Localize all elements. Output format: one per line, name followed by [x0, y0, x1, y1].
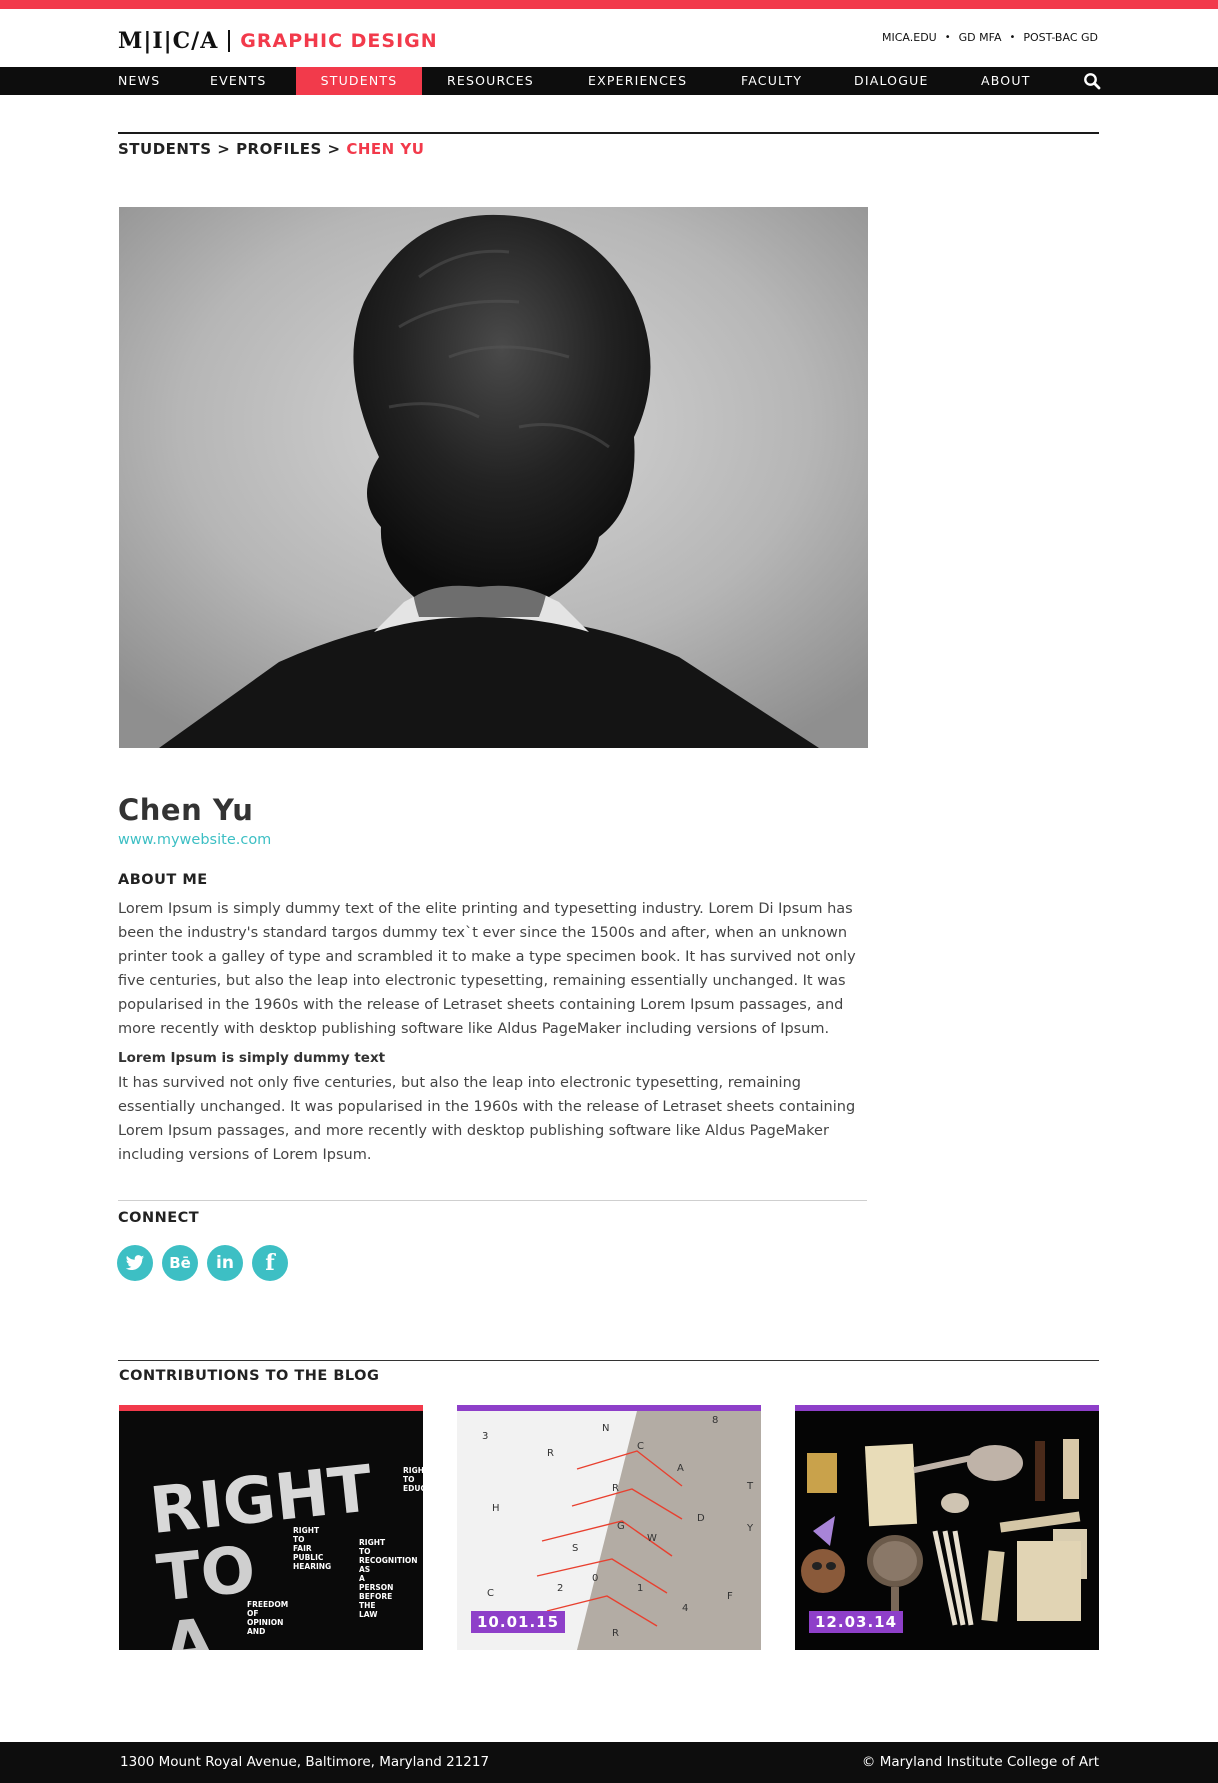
- svg-text:H: H: [492, 1503, 500, 1514]
- about-me-text: Lorem Ipsum is simply dummy text of the …: [118, 901, 856, 1037]
- site-header: M|I|C/A GRAPHIC DESIGN MICA.EDU • GD MFA…: [0, 9, 1218, 67]
- connect-divider: [118, 1200, 867, 1201]
- profile-photo: [119, 207, 868, 748]
- nav-item-experiences[interactable]: EXPERIENCES: [588, 67, 687, 95]
- svg-text:8: 8: [712, 1415, 718, 1426]
- nav-item-resources[interactable]: RESOURCES: [447, 67, 534, 95]
- profile-website-link[interactable]: www.mywebsite.com: [118, 832, 271, 848]
- svg-text:S: S: [572, 1543, 578, 1554]
- util-link-gd-mfa[interactable]: GD MFA: [959, 31, 1002, 44]
- connect-heading: CONNECT: [118, 1210, 200, 1226]
- top-accent-bar: [0, 0, 1218, 9]
- nav-item-events[interactable]: EVENTS: [210, 67, 266, 95]
- mica-logo-mark: M|I|C/A: [118, 28, 219, 54]
- logo-divider: [228, 30, 231, 52]
- blog-card-date: 12.03.14: [809, 1611, 904, 1633]
- blog-card[interactable]: 12.03.14: [795, 1405, 1099, 1650]
- behance-icon[interactable]: Bē: [162, 1245, 198, 1281]
- nav-item-faculty[interactable]: FACULTY: [741, 67, 802, 95]
- svg-text:C: C: [487, 1588, 494, 1599]
- breadcrumb-separator: >: [327, 140, 341, 158]
- svg-text:N: N: [602, 1423, 609, 1434]
- footer-copyright: © Maryland Institute College of Art: [861, 1754, 1099, 1770]
- nav-item-dialogue[interactable]: DIALOGUE: [854, 67, 929, 95]
- nav-item-about[interactable]: ABOUT: [981, 67, 1031, 95]
- breadcrumb-separator: >: [217, 140, 231, 158]
- site-section-title: GRAPHIC DESIGN: [240, 30, 438, 52]
- about-sub-text: It has survived not only five centuries,…: [118, 1075, 856, 1163]
- util-link-mica-edu[interactable]: MICA.EDU: [882, 31, 937, 44]
- nav-item-students[interactable]: STUDENTS: [296, 67, 422, 95]
- search-icon[interactable]: [1083, 72, 1101, 90]
- nav-item-news[interactable]: NEWS: [118, 67, 160, 95]
- site-footer: 1300 Mount Royal Avenue, Baltimore, Mary…: [0, 1742, 1218, 1783]
- facebook-icon[interactable]: f: [252, 1245, 288, 1281]
- blog-card-thumbnail: RIGHT TO A RIGHT TO FAIR PUBLIC HEARING RIGH…: [119, 1411, 423, 1650]
- svg-text:A: A: [161, 1606, 218, 1650]
- svg-text:R: R: [612, 1628, 619, 1639]
- svg-text:TO: TO: [154, 1533, 259, 1617]
- svg-text:0: 0: [592, 1573, 598, 1584]
- about-subheading: Lorem Ipsum is simply dummy text: [118, 1050, 386, 1066]
- social-links: Bē in f: [117, 1245, 297, 1281]
- breadcrumb-rule: [118, 132, 1099, 134]
- linkedin-icon[interactable]: in: [207, 1245, 243, 1281]
- breadcrumb-students[interactable]: STUDENTS: [118, 140, 212, 158]
- util-link-post-bac-gd[interactable]: POST-BAC GD: [1023, 31, 1098, 44]
- svg-text:W: W: [647, 1533, 657, 1544]
- svg-text:T: T: [746, 1481, 754, 1492]
- footer-address: 1300 Mount Royal Avenue, Baltimore, Mary…: [120, 1754, 490, 1770]
- svg-text:A: A: [677, 1463, 684, 1474]
- svg-text:C: C: [637, 1441, 644, 1452]
- blog-rule: [118, 1360, 1099, 1361]
- breadcrumb-current: CHEN YU: [346, 140, 425, 158]
- breadcrumb-profiles[interactable]: PROFILES: [236, 140, 322, 158]
- util-link-separator: •: [1009, 32, 1016, 43]
- svg-text:R: R: [612, 1483, 619, 1494]
- svg-text:D: D: [697, 1513, 705, 1524]
- svg-text:2: 2: [557, 1583, 563, 1594]
- main-nav: NEWS EVENTS STUDENTS RESOURCES EXPERIENC…: [0, 67, 1218, 95]
- blog-card[interactable]: 3 N 8 R C A T H R D Y G W S C 2 0 1 4 F R 10.01.15: [457, 1405, 761, 1650]
- about-me-heading: ABOUT ME: [118, 872, 208, 888]
- breadcrumb: STUDENTS > PROFILES > CHEN YU: [118, 140, 424, 158]
- svg-text:R: R: [547, 1448, 554, 1459]
- svg-text:1: 1: [637, 1583, 643, 1594]
- svg-text:4: 4: [682, 1603, 688, 1614]
- util-link-separator: •: [944, 32, 951, 43]
- twitter-icon[interactable]: [117, 1245, 153, 1281]
- blog-card-date: 10.01.15: [471, 1611, 566, 1633]
- svg-text:F: F: [727, 1591, 733, 1602]
- svg-text:3: 3: [482, 1431, 488, 1442]
- svg-text:Y: Y: [746, 1523, 754, 1534]
- svg-text:G: G: [617, 1521, 625, 1532]
- blog-card[interactable]: RIGHT TO A RIGHT TO FAIR PUBLIC HEARING RIGH…: [119, 1405, 423, 1650]
- logo[interactable]: M|I|C/A GRAPHIC DESIGN: [118, 26, 438, 56]
- utility-links: MICA.EDU • GD MFA • POST-BAC GD: [882, 31, 1098, 44]
- profile-name: Chen Yu: [118, 793, 254, 827]
- blog-heading: CONTRIBUTIONS TO THE BLOG: [119, 1368, 380, 1384]
- profile-photo-illustration: [119, 207, 868, 748]
